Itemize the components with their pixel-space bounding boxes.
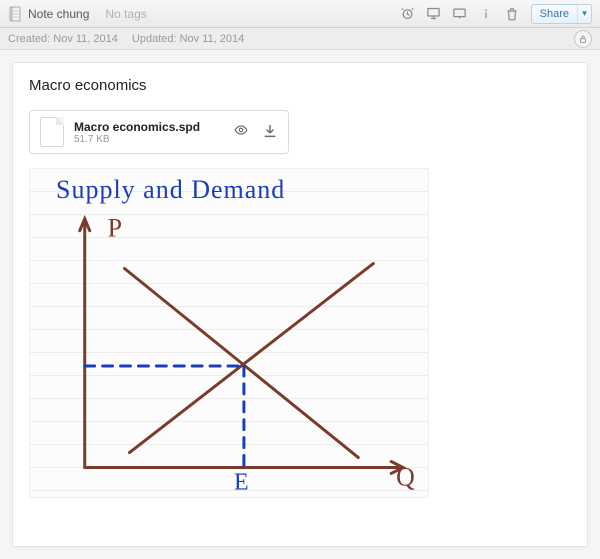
download-icon[interactable] <box>262 123 278 142</box>
preview-icon[interactable] <box>232 123 250 142</box>
attachment-card[interactable]: Macro economics.spd 51.7 KB <box>29 110 289 154</box>
share-label: Share <box>532 5 577 23</box>
note-meta-bar: Created: Nov 11, 2014 Updated: Nov 11, 2… <box>0 28 600 50</box>
notebook-name: Note chung <box>28 7 89 21</box>
attachment-meta: Macro economics.spd 51.7 KB <box>74 120 222 145</box>
attachment-filesize: 51.7 KB <box>74 134 222 145</box>
trash-icon[interactable] <box>501 4 523 24</box>
note-title[interactable]: Macro economics <box>29 77 571 94</box>
reminder-icon[interactable] <box>397 4 419 24</box>
presentation-icon[interactable] <box>423 4 445 24</box>
created-date: Created: Nov 11, 2014 <box>8 33 118 45</box>
info-icon[interactable] <box>475 4 497 24</box>
file-icon <box>40 117 64 147</box>
note-page: Macro economics Macro economics.spd 51.7… <box>12 62 588 547</box>
annotate-icon[interactable] <box>449 4 471 24</box>
share-button[interactable]: Share ▾ <box>531 4 592 24</box>
chevron-down-icon[interactable]: ▾ <box>577 5 591 23</box>
supply-demand-graph: P Q E <box>30 169 428 497</box>
attachment-filename: Macro economics.spd <box>74 120 222 134</box>
note-viewport: Macro economics Macro economics.spd 51.7… <box>0 50 600 559</box>
window-toolbar: Note chung No tags Share ▾ <box>0 0 600 28</box>
lock-icon[interactable] <box>574 30 592 48</box>
notebook-icon <box>8 6 22 22</box>
y-axis-label: P <box>108 214 122 243</box>
notebook-selector[interactable]: Note chung <box>8 6 89 22</box>
updated-date: Updated: Nov 11, 2014 <box>132 33 244 45</box>
equilibrium-label: E <box>234 469 249 495</box>
tags-field[interactable]: No tags <box>105 7 146 21</box>
handwritten-diagram: Supply and Demand P Q <box>29 168 429 498</box>
x-axis-label: Q <box>396 462 415 491</box>
